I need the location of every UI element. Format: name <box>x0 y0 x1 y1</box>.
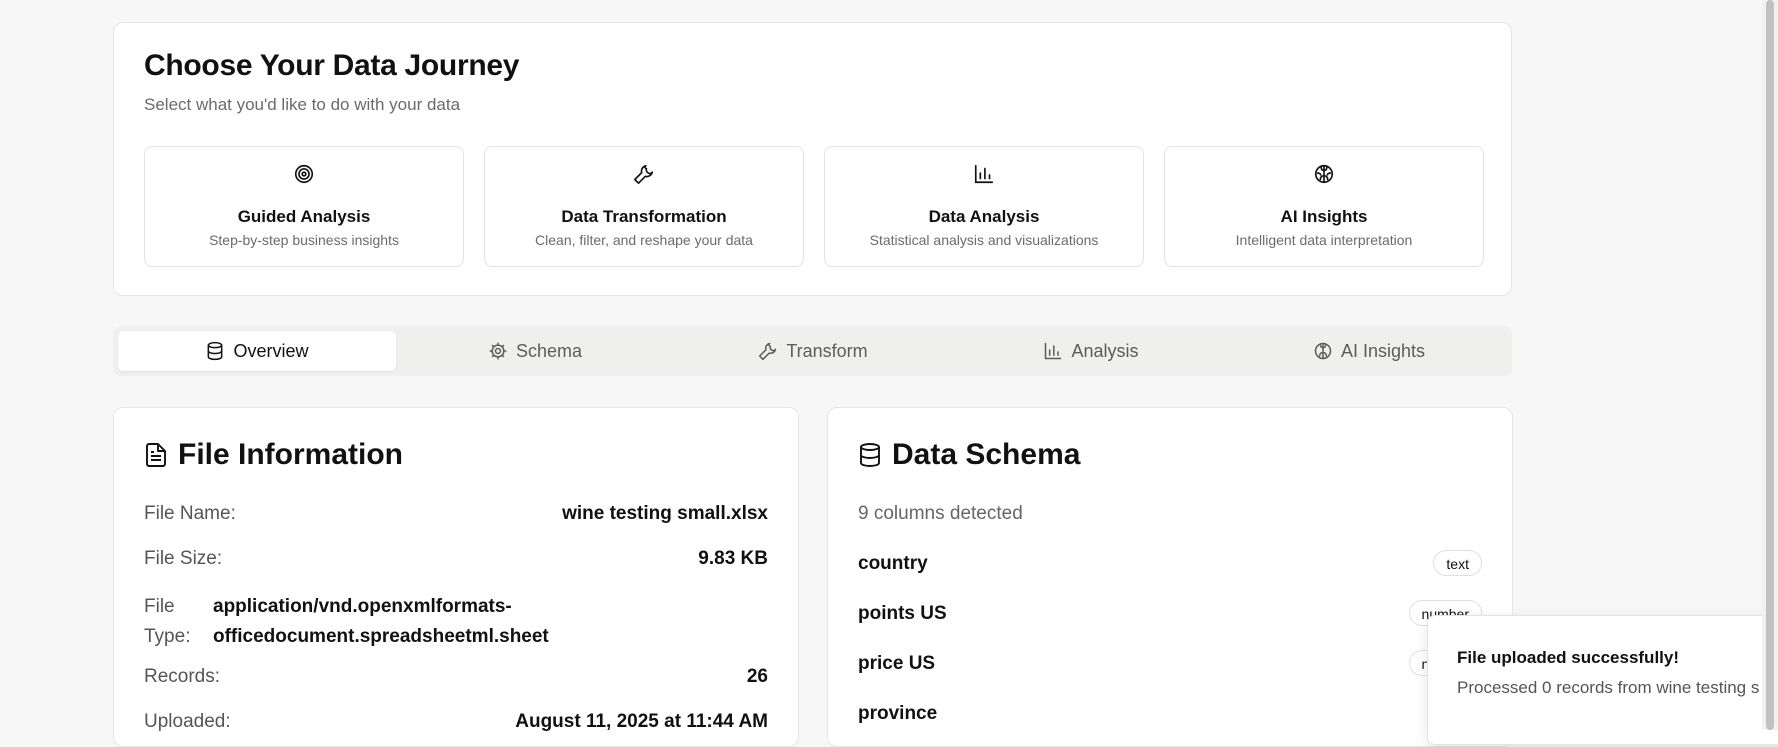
data-schema-panel: Data Schema 9 columns detected country t… <box>827 407 1513 747</box>
database-icon <box>205 341 225 361</box>
tab-label: Overview <box>233 340 309 361</box>
file-text-icon <box>144 442 168 468</box>
brain-icon <box>1165 163 1483 185</box>
schema-column-name: price US <box>858 653 936 674</box>
tab-label: AI Insights <box>1340 340 1426 361</box>
tab-bar: Overview Schema Transform Analysis AI In… <box>113 326 1512 376</box>
option-description: Clean, filter, and reshape your data <box>535 232 753 248</box>
tab-overview[interactable]: Overview <box>118 331 396 371</box>
option-title: Data Transformation <box>561 207 727 226</box>
file-type-label-line: Type: <box>144 626 191 647</box>
option-ai-insights[interactable]: AI Insights Intelligent data interpretat… <box>1164 146 1484 267</box>
file-size-label: File Size: <box>144 548 223 569</box>
scrollbar-thumb[interactable] <box>1766 0 1774 730</box>
panel-title-text: File Information <box>178 438 403 471</box>
columns-detected-text: 9 columns detected <box>858 503 1023 524</box>
tab-label: Transform <box>786 340 868 361</box>
tab-label: Schema <box>515 340 583 361</box>
option-description: Intelligent data interpretation <box>1235 232 1413 248</box>
brain-icon <box>1313 341 1333 361</box>
journey-title: Choose Your Data Journey <box>144 49 520 82</box>
option-title: Guided Analysis <box>237 207 371 226</box>
schema-column-name: country <box>858 553 928 574</box>
option-data-analysis[interactable]: Data Analysis Statistical analysis and v… <box>824 146 1144 267</box>
schema-column-name: province <box>858 703 938 724</box>
option-guided-analysis[interactable]: Guided Analysis Step-by-step business in… <box>144 146 464 267</box>
target-icon <box>145 163 463 185</box>
option-title: AI Insights <box>1280 207 1368 226</box>
tab-label: Analysis <box>1071 340 1139 361</box>
file-type-value: application/vnd.openxmlformats- officedo… <box>213 592 573 652</box>
file-type-value-line: application/vnd.openxmlformats- <box>213 596 512 617</box>
option-data-transformation[interactable]: Data Transformation Clean, filter, and r… <box>484 146 804 267</box>
type-badge: text <box>1433 550 1482 576</box>
toast-message: Processed 0 records from wine testing s <box>1457 678 1760 697</box>
file-type-value-line: officedocument.spreadsheetml.sheet <box>213 626 549 647</box>
tab-analysis[interactable]: Analysis <box>952 331 1230 371</box>
tab-ai-insights[interactable]: AI Insights <box>1230 331 1508 371</box>
file-information-title: File Information <box>144 438 403 472</box>
records-value: 26 <box>746 666 768 687</box>
file-type-label-line: File <box>144 596 175 617</box>
file-type-label: File Type: <box>144 592 194 652</box>
database-icon <box>858 442 882 468</box>
journey-subtitle: Select what you'd like to do with your d… <box>144 95 461 114</box>
panel-title-text: Data Schema <box>892 438 1081 471</box>
tab-schema[interactable]: Schema <box>396 331 674 371</box>
records-label: Records: <box>144 666 221 687</box>
data-schema-title: Data Schema <box>858 438 1080 472</box>
file-information-panel: File Information File Name: wine testing… <box>113 407 799 747</box>
option-description: Step-by-step business insights <box>209 232 399 248</box>
gear-icon <box>488 341 508 361</box>
toast-title: File uploaded successfully! <box>1457 648 1680 667</box>
wrench-icon <box>485 163 803 185</box>
schema-column-name: points US <box>858 603 947 624</box>
bar-chart-icon <box>1043 341 1063 361</box>
upload-success-toast[interactable]: File uploaded successfully! Processed 0 … <box>1427 615 1778 745</box>
file-name-label: File Name: <box>144 503 236 524</box>
wrench-icon <box>758 341 778 361</box>
file-size-value: 9.83 KB <box>698 548 768 569</box>
option-description: Statistical analysis and visualizations <box>869 232 1099 248</box>
data-journey-card: Choose Your Data Journey Select what you… <box>113 22 1512 296</box>
file-name-value: wine testing small.xlsx <box>562 503 768 524</box>
bar-chart-icon <box>825 163 1143 185</box>
tab-transform[interactable]: Transform <box>674 331 952 371</box>
option-title: Data Analysis <box>928 207 1040 226</box>
